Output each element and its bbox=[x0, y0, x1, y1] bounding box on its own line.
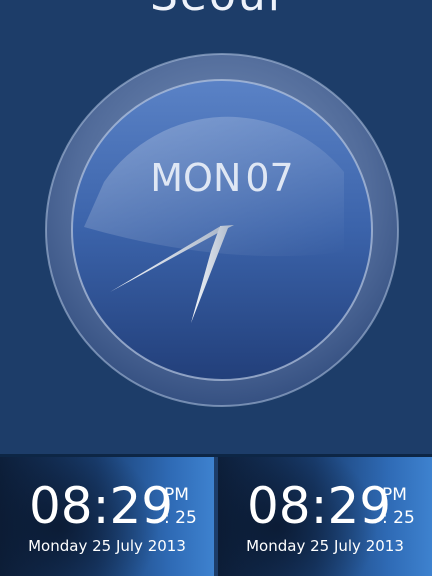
clock-date-number: 07 bbox=[245, 156, 294, 200]
analog-clock[interactable]: MON 07 bbox=[44, 52, 400, 408]
time-card-right[interactable]: 08:29 PM : 25 Monday 25 July 2013 bbox=[218, 457, 432, 576]
card-time: 08:29 bbox=[247, 477, 392, 535]
card-seconds: : 25 bbox=[382, 508, 415, 528]
card-date: Monday 25 July 2013 bbox=[246, 537, 404, 555]
card-ampm: PM bbox=[382, 485, 407, 505]
clock-date-label: MON 07 bbox=[44, 156, 400, 200]
clock-face bbox=[45, 53, 399, 407]
card-time: 08:29 bbox=[29, 477, 174, 535]
card-date: Monday 25 July 2013 bbox=[28, 537, 186, 555]
card-ampm: PM bbox=[164, 485, 189, 505]
clock-day: MON bbox=[150, 156, 242, 200]
widget-screen: Seoul bbox=[0, 0, 432, 576]
card-seconds: : 25 bbox=[164, 508, 197, 528]
time-card-left[interactable]: 08:29 PM : 25 Monday 25 July 2013 bbox=[0, 457, 214, 576]
city-title: Seoul bbox=[0, 0, 432, 21]
